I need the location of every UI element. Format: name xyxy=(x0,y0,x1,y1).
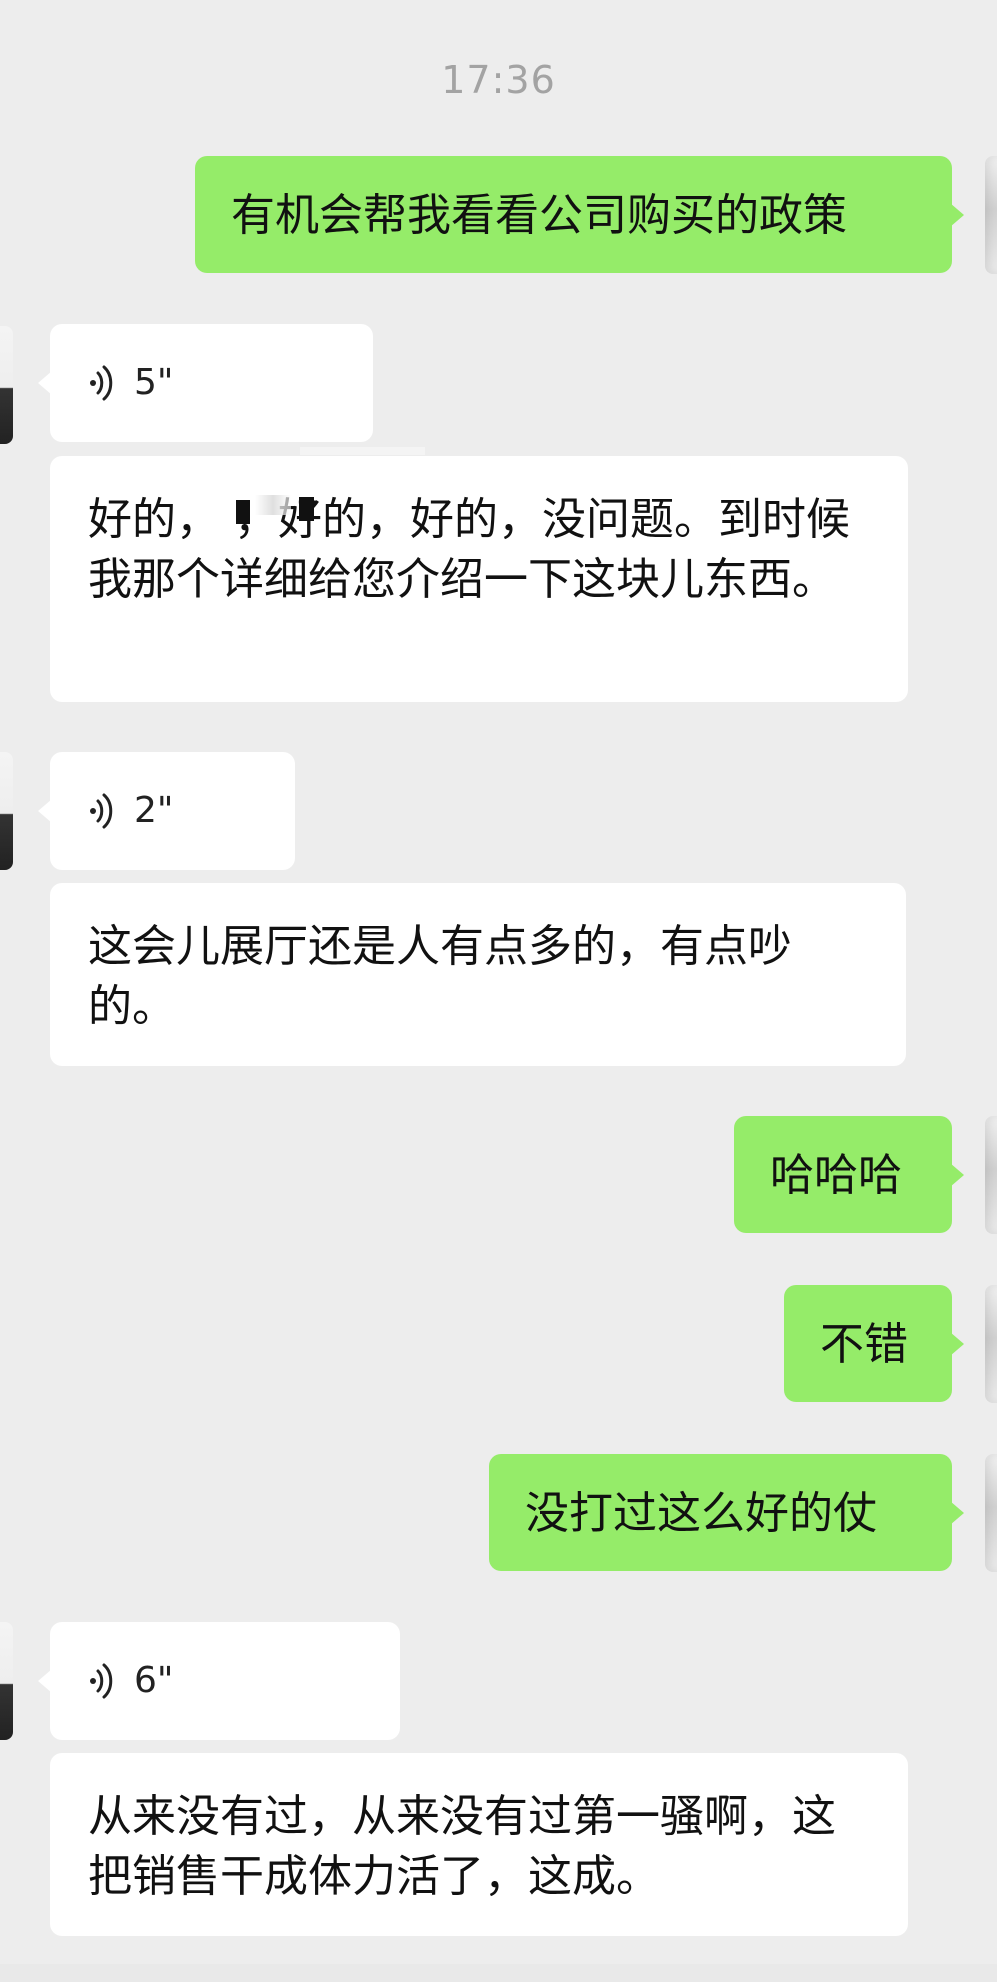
message-text: 没打过这么好的仗 xyxy=(525,1488,877,1539)
avatar[interactable] xyxy=(985,1285,997,1403)
incoming-message-bubble[interactable]: 好的， ，好的，好的，没问题。到时候我那个详细给您介绍一下这块儿东西。 xyxy=(50,456,908,702)
voice-message-bubble[interactable]: 5" xyxy=(38,324,373,442)
outgoing-message-bubble[interactable]: 没打过这么好的仗 xyxy=(489,1454,964,1571)
message-text: 哈哈哈 xyxy=(770,1150,902,1201)
avatar[interactable] xyxy=(985,1454,997,1572)
message-redaction-mask xyxy=(300,447,425,455)
voice-message-bubble[interactable]: 2" xyxy=(38,752,295,870)
voice-message-bubble[interactable]: 6" xyxy=(38,1622,400,1740)
voice-message-content: 6" xyxy=(88,1654,173,1708)
message-text: 好的， ，好的，好的，没问题。到时候我那个详细给您介绍一下这块儿东西。 xyxy=(88,494,850,605)
message-redaction-mask xyxy=(236,500,250,524)
message-text: 不错 xyxy=(820,1319,908,1370)
avatar[interactable] xyxy=(985,156,997,274)
avatar[interactable] xyxy=(0,1622,13,1740)
avatar[interactable] xyxy=(0,326,13,444)
outgoing-message-bubble[interactable]: 有机会帮我看看公司购买的政策 xyxy=(195,156,964,273)
avatar[interactable] xyxy=(985,1116,997,1234)
message-text: 从来没有过，从来没有过第一骚啊，这把销售干成体力活了，这成。 xyxy=(88,1791,836,1902)
voice-wave-icon xyxy=(90,365,113,401)
voice-duration: 5" xyxy=(134,362,174,403)
voice-duration: 2" xyxy=(134,790,174,831)
chat-screen: 17:36 有机会帮我看看公司购买的政策 5" 好的， ，好的，好的，没问题。到… xyxy=(0,0,997,1982)
message-redaction-mask xyxy=(255,495,291,515)
outgoing-message-bubble[interactable]: 不错 xyxy=(784,1285,964,1402)
chat-timestamp: 17:36 xyxy=(441,58,556,102)
incoming-message-bubble[interactable]: 这会儿展厅还是人有点多的，有点吵的。 xyxy=(50,883,906,1066)
voice-duration: 6" xyxy=(134,1660,174,1701)
message-redaction-mask xyxy=(299,497,314,521)
voice-message-content: 5" xyxy=(88,356,173,410)
message-text: 这会儿展厅还是人有点多的，有点吵的。 xyxy=(88,921,792,1032)
message-text: 有机会帮我看看公司购买的政策 xyxy=(231,190,847,241)
voice-wave-icon xyxy=(90,793,113,829)
incoming-message-bubble[interactable]: 从来没有过，从来没有过第一骚啊，这把销售干成体力活了，这成。 xyxy=(50,1753,908,1936)
voice-wave-icon xyxy=(90,1663,113,1699)
outgoing-message-bubble[interactable]: 哈哈哈 xyxy=(734,1116,964,1233)
bottom-edge xyxy=(0,1964,997,1982)
voice-message-content: 2" xyxy=(88,784,173,838)
avatar[interactable] xyxy=(0,752,13,870)
